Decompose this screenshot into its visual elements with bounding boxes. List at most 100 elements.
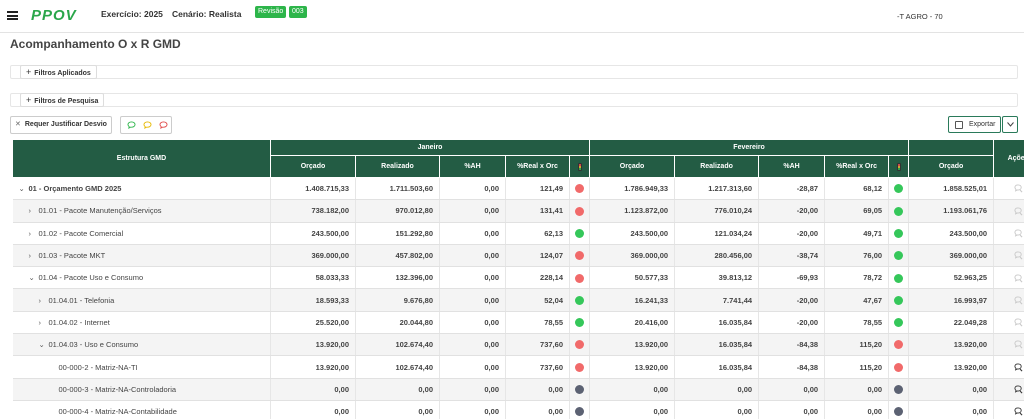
status-dot	[575, 407, 585, 417]
comment-search-icon[interactable]	[1014, 363, 1023, 372]
status-dot	[894, 295, 904, 305]
row-name: 01.03 - Pacote MKT	[38, 251, 106, 261]
comment-search-disabled-icon[interactable]	[1014, 251, 1023, 260]
fev-ah-cell: -20,00	[758, 222, 826, 245]
chevron-right-icon[interactable]: ›	[39, 318, 49, 327]
actions-cell	[993, 400, 1024, 419]
header-fev-ah[interactable]: %AH	[758, 155, 826, 178]
comment-search-disabled-icon[interactable]	[1014, 229, 1023, 238]
header-jan-real-orc[interactable]: %Real x Orc	[505, 155, 570, 178]
revisao-badge: Revisão	[255, 6, 287, 18]
requer-justificar-button[interactable]: ✕ Requer Justificar Desvio	[10, 116, 112, 134]
filtros-pesquisa-button[interactable]: + Filtros de Pesquisa	[20, 93, 105, 107]
actions-cell	[993, 378, 1024, 401]
menu-icon[interactable]	[7, 11, 18, 20]
next-orcado-cell: 13.920,00	[908, 333, 995, 357]
comment-filter-group	[120, 116, 172, 134]
comment-search-disabled-icon[interactable]	[1014, 184, 1023, 193]
chevron-right-icon[interactable]: ›	[29, 206, 39, 215]
chevron-right-icon[interactable]: ›	[29, 229, 39, 238]
row-name-cell: 00-000-4 - Matriz-NA-Contabilidade	[12, 400, 271, 419]
row-name: 00-000-2 - Matriz-NA-TI	[58, 362, 138, 372]
exportar-label: Exportar	[969, 121, 996, 128]
jan-ah-cell: 0,00	[439, 378, 506, 401]
header-jan-semaforo	[568, 155, 591, 178]
row-name-cell: › 01.01 - Pacote Manutenção/Serviços	[12, 199, 271, 223]
jan-orcado-cell: 0,00	[270, 378, 356, 401]
company-user-label[interactable]: -T AGRO - 70	[897, 12, 943, 21]
header-jan-orcado[interactable]: Orçado	[270, 155, 356, 178]
fev-realizado-cell: 0,00	[674, 378, 760, 401]
comment-search-disabled-icon[interactable]	[1014, 318, 1023, 327]
row-name-cell: 00-000-3 - Matriz-NA-Controladoria	[12, 378, 271, 401]
fev-ah-cell: -20,00	[758, 199, 826, 223]
fev-real-orc-cell: 115,20	[824, 355, 890, 379]
chevron-right-icon[interactable]: ›	[39, 296, 49, 305]
comment-search-disabled-icon[interactable]	[1014, 274, 1023, 283]
actions-cell	[993, 199, 1024, 223]
status-dot	[575, 206, 585, 216]
row-name: 01.04.03 - Uso e Consumo	[48, 340, 139, 350]
fev-status-cell	[888, 266, 910, 290]
chevron-right-icon[interactable]: ›	[29, 251, 39, 260]
comment-red-icon[interactable]	[159, 121, 168, 129]
fev-real-orc-cell: 47,67	[824, 288, 890, 312]
exportar-button[interactable]: Exportar	[948, 116, 1001, 133]
next-orcado-cell: 1.193.061,76	[908, 199, 995, 223]
chevron-down-icon[interactable]: ⌄	[19, 184, 29, 193]
status-dot	[894, 229, 904, 238]
comment-search-disabled-icon[interactable]	[1014, 296, 1023, 305]
fev-real-orc-cell: 115,20	[824, 333, 890, 357]
jan-ah-cell: 0,00	[439, 199, 506, 223]
fev-real-orc-cell: 0,00	[824, 400, 890, 419]
table-row: › 01.01 - Pacote Manutenção/Serviços 738.1…	[12, 199, 1024, 223]
next-orcado-cell: 369.000,00	[908, 244, 995, 268]
jan-status-cell	[569, 333, 591, 357]
row-name: 01.04.02 - Internet	[48, 317, 110, 327]
table-row: ⌄ 01.04 - Pacote Uso e Consumo 58.033,33 13…	[12, 266, 1024, 290]
row-name: 01 - Orçamento GMD 2025	[28, 184, 122, 194]
comment-yellow-icon[interactable]	[143, 121, 152, 129]
fev-real-orc-cell: 78,72	[824, 266, 890, 290]
actions-cell	[993, 333, 1024, 357]
comment-search-disabled-icon[interactable]	[1014, 340, 1023, 349]
comment-search-icon[interactable]	[1014, 385, 1023, 394]
plus-icon: +	[26, 67, 32, 77]
filtros-aplicados-button[interactable]: + Filtros Aplicados	[20, 65, 97, 79]
jan-status-cell	[569, 222, 591, 245]
header-jan-realizado[interactable]: Realizado	[355, 155, 440, 178]
app-logo[interactable]: PPOV	[31, 7, 77, 24]
status-dot	[894, 206, 904, 216]
chevron-down-icon[interactable]: ⌄	[29, 273, 39, 282]
header-estrutura[interactable]: Estrutura GMD	[12, 139, 271, 178]
header-fev-orcado[interactable]: Orçado	[589, 155, 676, 178]
comment-green-icon[interactable]	[127, 121, 136, 129]
header-fev-realizado[interactable]: Realizado	[674, 155, 760, 178]
exportar-dropdown-button[interactable]	[1002, 116, 1018, 133]
row-name-cell: ⌄ 01 - Orçamento GMD 2025	[12, 177, 271, 201]
fev-orcado-cell: 13.920,00	[589, 333, 676, 357]
row-name-cell: › 01.04.02 - Internet	[12, 311, 271, 335]
header-next-orcado[interactable]: Orçado	[908, 155, 995, 178]
acompanhamento-table: Estrutura GMD Janeiro Fevereiro Ações Or…	[12, 139, 1024, 419]
fev-real-orc-cell: 78,55	[824, 311, 890, 335]
chevron-down-icon[interactable]: ⌄	[39, 340, 49, 349]
header-fev-real-orc[interactable]: %Real x Orc	[824, 155, 890, 178]
next-orcado-cell: 0,00	[908, 400, 995, 419]
fev-status-cell	[888, 199, 910, 223]
jan-real-orc-cell: 124,07	[505, 244, 570, 268]
fev-status-cell	[888, 177, 910, 201]
status-dot	[894, 318, 904, 328]
jan-realizado-cell: 9.676,80	[355, 288, 440, 312]
comment-search-disabled-icon[interactable]	[1014, 207, 1023, 216]
jan-orcado-cell: 13.920,00	[270, 355, 356, 379]
row-name: 00-000-3 - Matriz-NA-Controladoria	[58, 384, 177, 394]
table-row: › 01.04.02 - Internet 25.520,00 20.044,80 0,…	[12, 311, 1024, 335]
header-jan-ah[interactable]: %AH	[439, 155, 506, 178]
next-orcado-cell: 22.049,28	[908, 311, 995, 335]
table-row: 00-000-2 - Matriz-NA-TI 13.920,00 102.674,…	[12, 355, 1024, 379]
comment-search-icon[interactable]	[1014, 407, 1023, 416]
fev-orcado-cell: 16.241,33	[589, 288, 676, 312]
jan-orcado-cell: 243.500,00	[270, 222, 356, 245]
row-name-cell: › 01.02 - Pacote Comercial	[12, 222, 271, 245]
